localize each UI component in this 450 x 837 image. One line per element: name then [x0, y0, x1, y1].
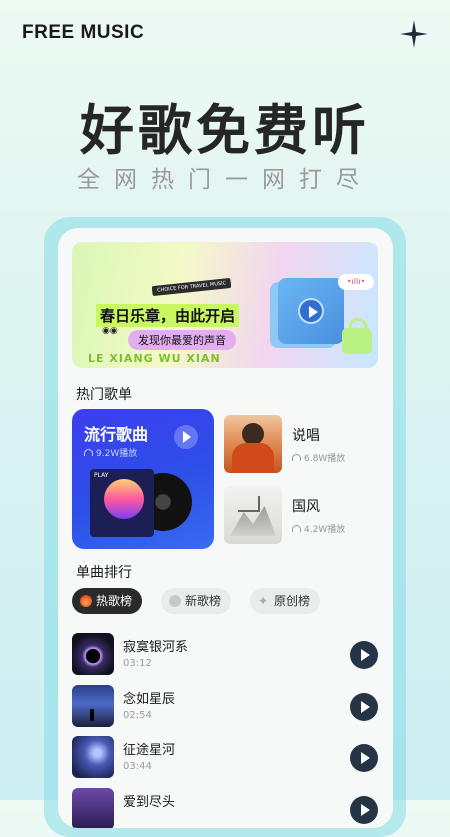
playlist-card-pop[interactable]: 流行歌曲 9.2W播放 PLAY: [72, 409, 214, 549]
playlist-cover: PLAY: [90, 469, 154, 537]
headphones-icon: [84, 449, 93, 456]
song-title: 寂寞银河系: [123, 640, 189, 655]
banner-tag: CHOICE FOR TRAVEL MUSIC: [151, 277, 232, 297]
playlist-thumbnail: [224, 486, 282, 544]
song-row[interactable]: 爱到尽头: [72, 788, 378, 828]
playlist-name: 说唱: [292, 428, 320, 444]
play-button[interactable]: [174, 425, 198, 449]
song-row[interactable]: 寂寞银河系 03:12: [72, 633, 378, 677]
playlist-thumbnail: [224, 415, 282, 473]
lock-icon: [342, 318, 372, 354]
new-icon: [169, 594, 181, 607]
song-cover: [72, 736, 114, 778]
charts-title: 单曲排行: [76, 565, 132, 581]
headphones-icon: [292, 454, 301, 461]
phone-screen: CHOICE FOR TRAVEL MUSIC 春日乐章，由此开启 ◉◉ 发现你…: [58, 228, 393, 828]
song-title: 征途星河: [123, 743, 176, 758]
banner-english-text: LE XIANG WU XIAN: [88, 352, 221, 365]
sparkle-icon: ✦: [258, 593, 269, 608]
hero-headline: 好歌免费听: [80, 99, 370, 162]
playlist-plays: 6.8W播放: [292, 451, 345, 464]
song-title: 念如星辰: [123, 692, 176, 707]
song-cover: [72, 633, 114, 675]
app-title: FREE MUSIC: [22, 22, 145, 43]
song-duration: 03:12: [123, 658, 152, 669]
hot-playlists-title: 热门歌单: [76, 387, 132, 403]
hero-subline: 全网热门一网打尽: [77, 167, 373, 193]
headphones-icon: [292, 525, 301, 532]
fire-icon: [80, 594, 92, 607]
song-duration: 02:54: [123, 710, 152, 721]
playlist-plays: 4.2W播放: [292, 522, 345, 535]
song-cover: [72, 788, 114, 828]
playlist-card-guofeng[interactable]: 国风 4.2W播放: [224, 486, 374, 548]
play-button[interactable]: [350, 693, 378, 721]
playlist-card-rap[interactable]: 说唱 6.8W播放: [224, 415, 374, 477]
playlist-plays: 9.2W播放: [84, 446, 137, 459]
playlist-name: 流行歌曲: [84, 425, 149, 444]
eyes-icon: ◉◉: [102, 326, 118, 336]
song-row[interactable]: 念如星辰 02:54: [72, 685, 378, 729]
tab-new-songs[interactable]: 新歌榜: [161, 588, 232, 614]
tab-hot-songs[interactable]: 热歌榜: [72, 588, 143, 614]
song-duration: 03:44: [123, 761, 152, 772]
banner-subtitle: 发现你最爱的声音: [128, 330, 236, 350]
song-row[interactable]: 征途星河 03:44: [72, 736, 378, 780]
playlist-name: 国风: [292, 499, 320, 515]
banner-title: 春日乐章，由此开启: [96, 304, 240, 327]
play-button[interactable]: [350, 641, 378, 669]
promo-banner[interactable]: CHOICE FOR TRAVEL MUSIC 春日乐章，由此开启 ◉◉ 发现你…: [72, 242, 378, 368]
tab-original-songs[interactable]: ✦ 原创榜: [250, 588, 321, 614]
sparkle-icon[interactable]: [400, 20, 428, 48]
song-cover: [72, 685, 114, 727]
sound-wave-icon: •ıllı•: [338, 274, 374, 290]
song-title: 爱到尽头: [123, 795, 176, 810]
play-button[interactable]: [350, 796, 378, 824]
album-player-icon: [278, 278, 344, 344]
play-button[interactable]: [350, 744, 378, 772]
